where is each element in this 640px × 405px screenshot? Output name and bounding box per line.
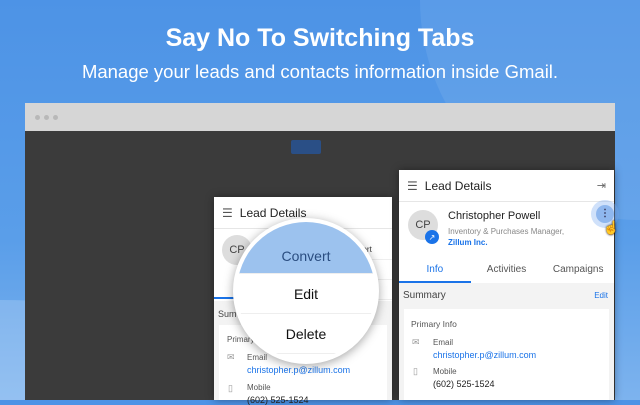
menu-item-edit[interactable]: Edit	[237, 274, 375, 314]
mail-icon: ✉	[227, 352, 235, 362]
menu-icon[interactable]: ☰	[407, 179, 418, 193]
hand-cursor-icon: ☝	[603, 220, 620, 235]
tab-campaigns[interactable]: Campaigns	[542, 258, 614, 283]
summary-section: Summary Edit Primary Info ✉ Email christ…	[399, 283, 614, 400]
open-external-icon[interactable]: ↗	[425, 230, 439, 244]
lead-title: Inventory & Purchases Manager,	[448, 227, 565, 236]
magnified-actions-menu: Convert Edit Delete	[233, 218, 379, 364]
tab-activities[interactable]: Activities	[471, 258, 543, 283]
edit-summary-link[interactable]: Edit	[594, 291, 608, 300]
email-label: Email	[247, 353, 268, 362]
lead-name: Christopher Powell	[448, 210, 541, 222]
mail-icon: ✉	[412, 337, 420, 347]
browser-titlebar	[25, 103, 615, 131]
summary-label: Sum	[218, 309, 237, 319]
email-link[interactable]: christopher.p@zillum.com	[247, 365, 350, 375]
lead-details-panel: ☰ Lead Details ⇥ CP ↗ Christopher Powell I…	[399, 170, 614, 400]
window-dot[interactable]	[53, 114, 58, 120]
mobile-label: Mobile	[247, 383, 271, 392]
primary-info-label: Primary Info	[411, 319, 457, 329]
tab-info[interactable]: Info	[399, 258, 471, 283]
company-link[interactable]: Zillum Inc.	[448, 238, 488, 247]
email-label: Email	[433, 338, 454, 347]
collapse-panel-icon[interactable]: ⇥	[597, 179, 606, 192]
menu-icon[interactable]: ☰	[222, 206, 233, 220]
phone-icon: ▯	[413, 366, 418, 376]
tab-bar: Info Activities Campaigns	[399, 258, 614, 284]
panel-title: Lead Details	[239, 205, 307, 220]
window-dot[interactable]	[44, 114, 49, 120]
phone-icon: ▯	[228, 383, 233, 393]
gmail-search-button	[291, 140, 321, 154]
subheadline: Manage your leads and contacts informati…	[81, 61, 559, 82]
mobile-value: (602) 525-1524	[247, 395, 309, 405]
window-dot[interactable]	[35, 114, 40, 120]
email-link[interactable]: christopher.p@zillum.com	[433, 350, 536, 360]
summary-label: Summary	[403, 290, 446, 301]
summary-card: Primary Info ✉ Email christopher.p@zillu…	[404, 309, 609, 400]
mobile-value: (602) 525-1524	[433, 379, 495, 389]
headline: Say No To Switching Tabs	[165, 24, 475, 52]
mobile-label: Mobile	[433, 367, 457, 376]
panel-title: Lead Details	[424, 178, 492, 193]
